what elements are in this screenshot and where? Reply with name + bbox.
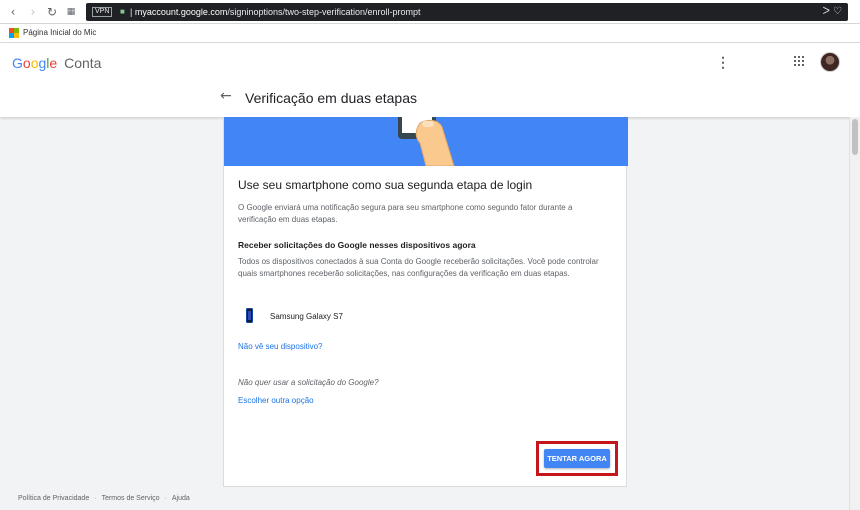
privacy-policy-link[interactable]: Política de Privacidade (18, 495, 89, 502)
reload-icon[interactable]: ↻ (45, 4, 59, 20)
more-vert-icon[interactable]: ⋮ (716, 54, 730, 70)
google-account-logo[interactable]: Google Conta (12, 55, 101, 71)
logo-letter: G (12, 55, 23, 71)
address-bar[interactable]: VPN ■ | myaccount.google.com/signinoptio… (86, 3, 848, 21)
browser-toolbar: ‹ › ↻ ▦ VPN ■ | myaccount.google.com/sig… (0, 0, 860, 24)
card-description: O Google enviará uma notificação segura … (238, 203, 573, 224)
tabs-grid-icon[interactable]: ▦ (64, 4, 78, 20)
windows-logo-icon[interactable] (9, 28, 19, 38)
forward-icon[interactable]: › (26, 4, 40, 20)
try-now-button[interactable]: TENTAR AGORA (544, 449, 610, 468)
page-title: Verificação em duas etapas (245, 90, 417, 106)
footer: Política de Privacidade · Termos de Serviç… (18, 494, 190, 504)
device-row: Samsung Galaxy S7 (238, 308, 438, 326)
hero-illustration (224, 117, 628, 166)
apps-grid-icon[interactable] (794, 56, 806, 68)
url-text[interactable]: | myaccount.google.com/signinoptions/two… (130, 3, 421, 21)
lock-icon: ■ (120, 7, 125, 16)
product-name: Conta (64, 55, 102, 71)
bookmarks-bar: Página Inicial do Mic (0, 24, 860, 43)
logo-letter: o (22, 55, 31, 71)
missing-device-link[interactable]: Não vê seu dispositivo? (238, 342, 323, 352)
alternative-question: Não quer usar a solicitação do Google? (238, 378, 379, 387)
scrollbar-thumb[interactable] (852, 119, 858, 155)
back-arrow-icon[interactable]: ← (220, 89, 234, 103)
smartphone-icon (246, 308, 253, 323)
footer-separator: · (94, 495, 97, 502)
device-name: Samsung Galaxy S7 (270, 312, 343, 321)
terms-of-service-link[interactable]: Termos de Serviço (102, 495, 160, 502)
url-path: /signinoptions/two-step-verification/enr… (227, 7, 421, 17)
section-title: Receber solicitações do Google nesses di… (238, 240, 476, 250)
vpn-badge[interactable]: VPN (92, 7, 113, 17)
url-separator: | (130, 7, 133, 17)
back-icon[interactable]: ‹ (6, 4, 20, 20)
choose-other-option-link[interactable]: Escolher outra opção (238, 396, 314, 406)
address-actions[interactable]: ᐳ ♡ (823, 3, 842, 21)
footer-separator: · (164, 495, 167, 502)
highlight-frame: TENTAR AGORA (536, 441, 618, 476)
scrollbar[interactable] (849, 117, 860, 510)
logo-letter: e (49, 55, 58, 71)
enroll-card: Use seu smartphone como sua segunda etap… (223, 117, 628, 487)
help-link[interactable]: Ajuda (172, 495, 190, 502)
bookmark-item[interactable]: Página Inicial do Mic (23, 27, 96, 39)
card-title: Use seu smartphone como sua segunda etap… (238, 178, 533, 192)
hand-phone-illustration (398, 117, 455, 166)
avatar[interactable] (820, 52, 840, 72)
url-domain: myaccount.google.com (134, 7, 228, 17)
section-description: Todos os dispositivos conectados à sua C… (238, 257, 599, 278)
app-header: Google Conta ⋮ ← Verificação em duas eta… (0, 43, 860, 117)
